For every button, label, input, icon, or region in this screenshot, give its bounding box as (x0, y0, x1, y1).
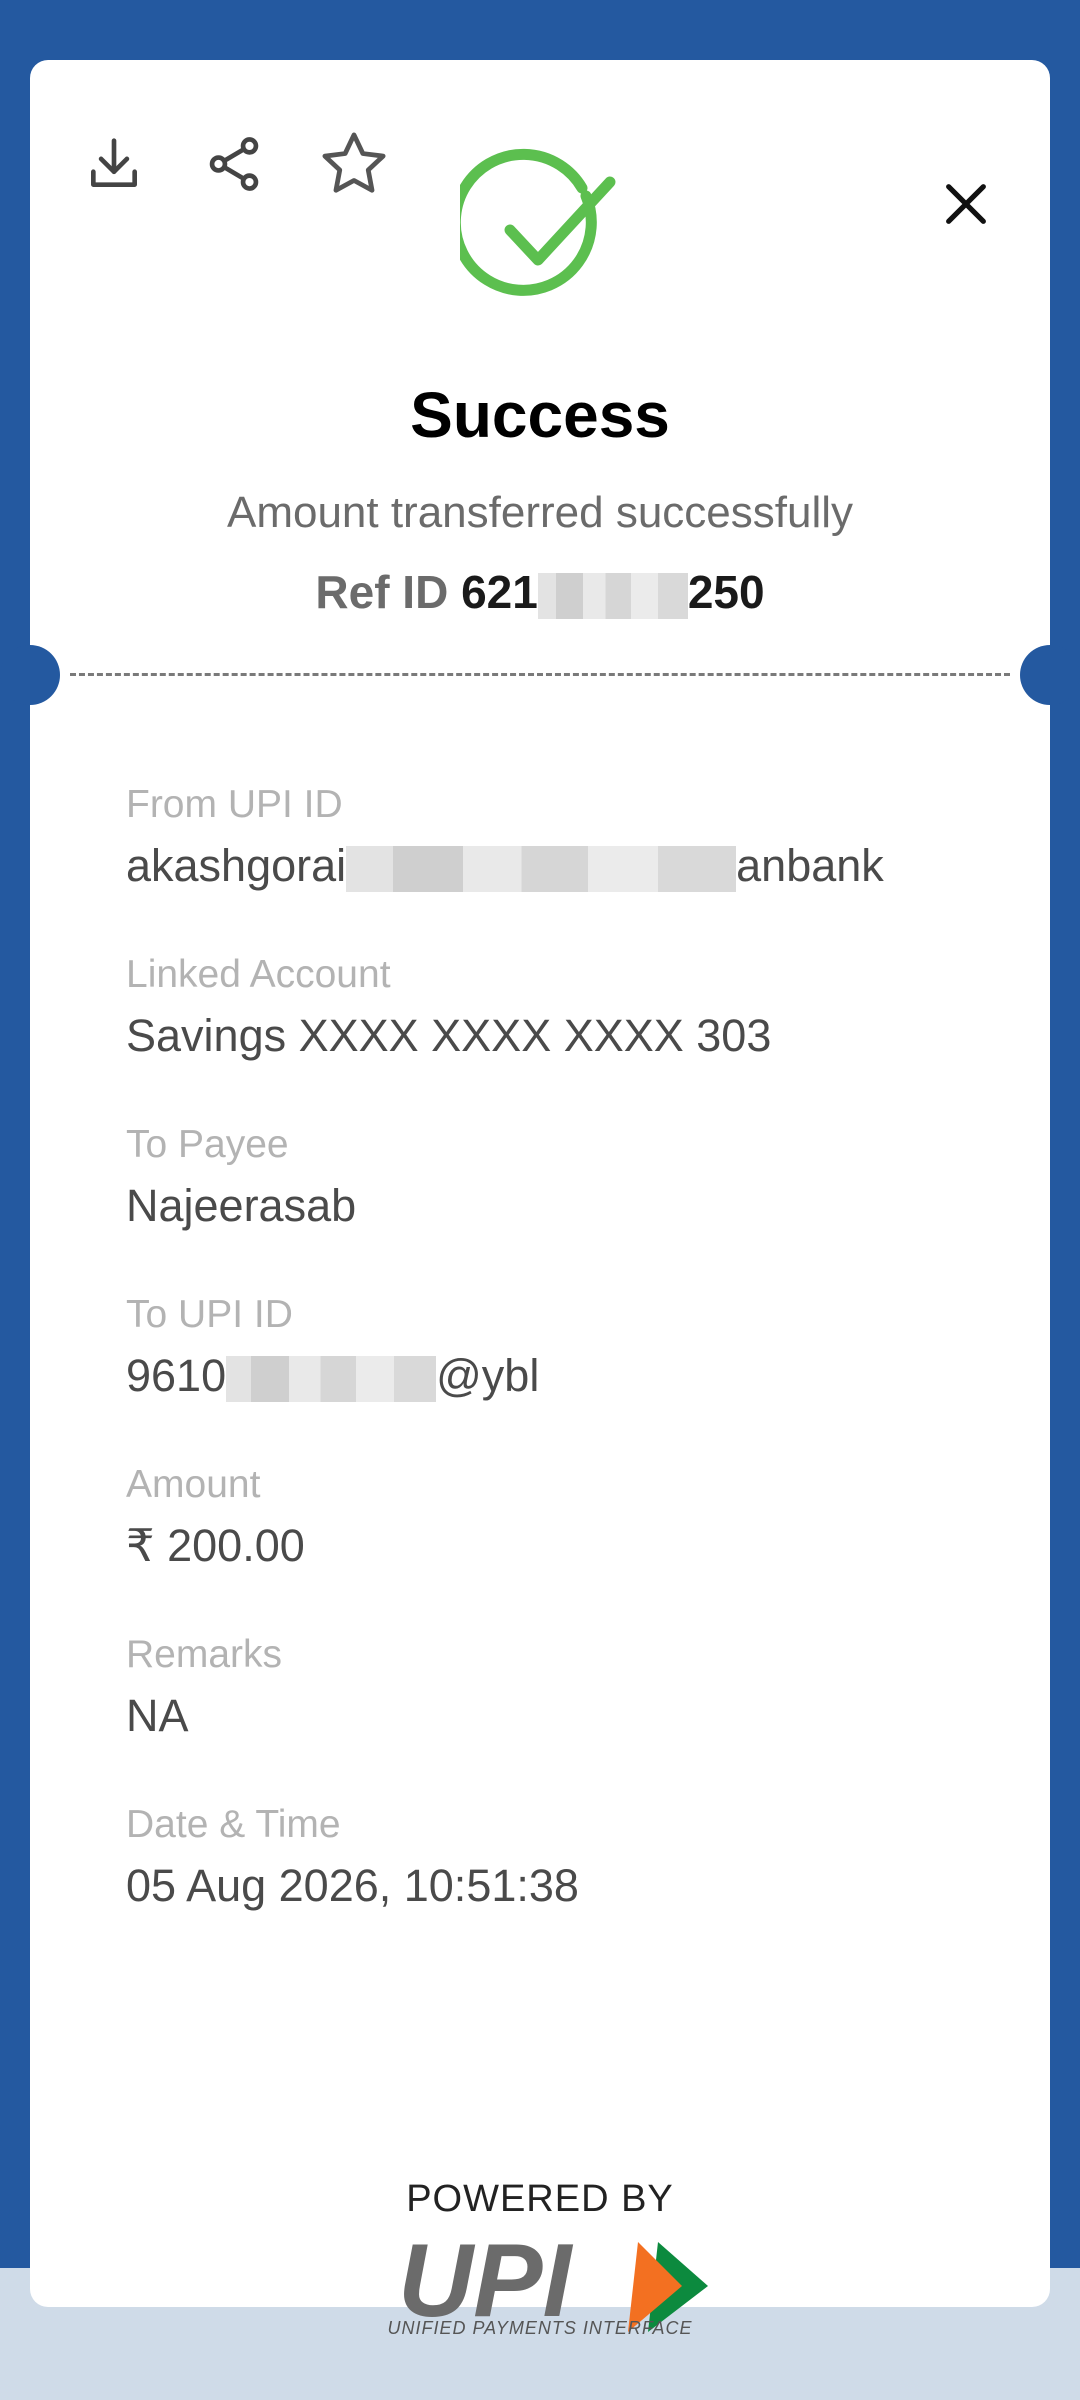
download-icon (91, 138, 137, 187)
datetime-label: Date & Time (126, 1803, 341, 1846)
redacted-block (537, 572, 688, 619)
left-notch (0, 645, 60, 705)
ref-id-suffix: 250 (687, 566, 765, 618)
linked-account-field: Linked Account Savings XXXX XXXX XXXX 30… (126, 950, 1006, 1120)
download-button[interactable] (74, 124, 154, 204)
status-title: Success (410, 379, 670, 451)
transaction-receipt-card: Success Amount transferred successfully … (0, 60, 1080, 2339)
amount-field: Amount ₹ 200.00 (126, 1460, 1006, 1630)
amount-value: ₹ 200.00 (126, 1520, 305, 1571)
close-icon (946, 184, 986, 224)
linked-account-label: Linked Account (126, 953, 391, 996)
transaction-details: From UPI ID akashgorai anbank Linked Acco… (126, 780, 1006, 1970)
datetime-field: Date & Time 05 Aug 2026, 10:51:38 (126, 1800, 1006, 1970)
to-payee-label: To Payee (126, 1123, 289, 1166)
remarks-value: NA (126, 1690, 189, 1741)
redacted-block (346, 846, 737, 893)
to-upi-prefix: 9610 (126, 1350, 227, 1401)
to-upi-field: To UPI ID 9610 @ybl (126, 1290, 1006, 1460)
linked-account-value: Savings XXXX XXXX XXXX 303 (126, 1010, 772, 1061)
reference-id: Ref ID 621 250 (30, 565, 1050, 619)
amount-label: Amount (126, 1463, 261, 1506)
from-upi-field: From UPI ID akashgorai anbank (126, 780, 1006, 950)
redacted-block (226, 1356, 437, 1403)
share-button[interactable] (194, 124, 274, 204)
powered-by-text: POWERED BY (406, 2178, 674, 2220)
share-icon (209, 137, 259, 191)
remarks-field: Remarks NA (126, 1630, 1006, 1800)
check-circle-icon (460, 148, 616, 296)
from-upi-label: From UPI ID (126, 783, 343, 826)
status-subtitle: Amount transferred successfully (226, 488, 854, 537)
ref-id-prefix: 621 (461, 566, 538, 618)
favorite-button[interactable] (314, 124, 394, 204)
star-icon (322, 132, 386, 193)
close-button[interactable] (926, 164, 1006, 244)
to-upi-value: 9610 @ybl (126, 1346, 1006, 1406)
datetime-value: 05 Aug 2026, 10:51:38 (126, 1860, 579, 1911)
ref-id-label: Ref ID (315, 566, 449, 618)
from-upi-suffix: anbank (736, 840, 884, 891)
right-notch (1020, 645, 1080, 705)
to-payee-value: Najeerasab (126, 1180, 357, 1231)
remarks-label: Remarks (126, 1633, 283, 1676)
to-payee-field: To Payee Najeerasab (126, 1120, 1006, 1290)
to-upi-suffix: @ybl (436, 1350, 540, 1401)
from-upi-prefix: akashgorai (126, 840, 347, 891)
to-upi-label: To UPI ID (126, 1293, 293, 1336)
from-upi-value: akashgorai anbank (126, 836, 1006, 896)
upi-tagline: UNIFIED PAYMENTS INTERFACE (387, 2318, 693, 2338)
dashed-divider (70, 673, 1010, 676)
